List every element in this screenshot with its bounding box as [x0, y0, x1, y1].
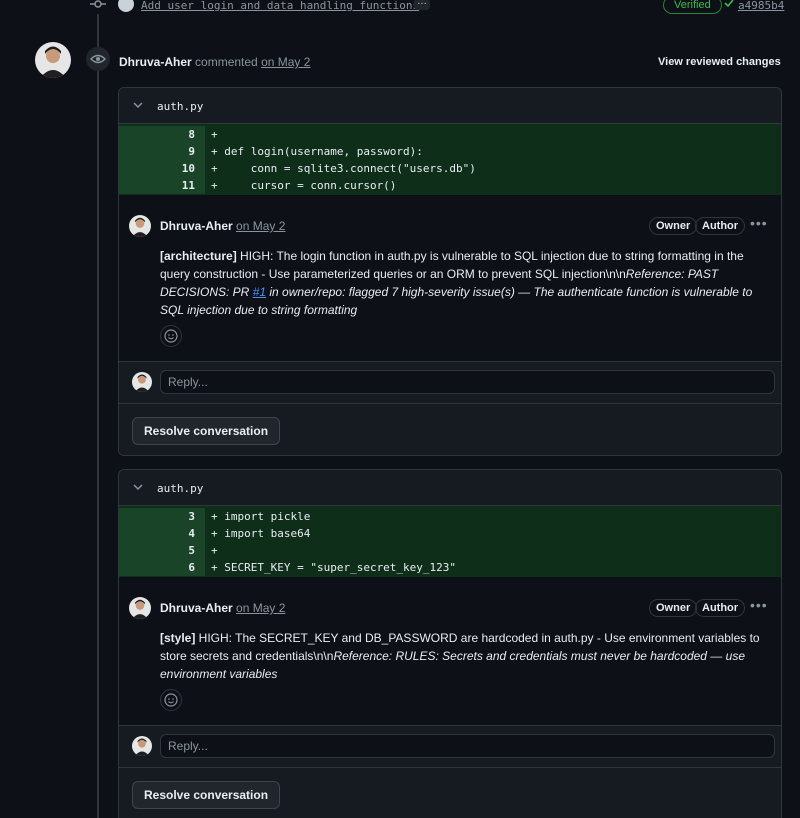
comment-date-link[interactable]: on May 2 [236, 601, 285, 615]
avatar [132, 736, 152, 756]
diff-line-number: 5 [119, 542, 205, 559]
verified-badge[interactable]: Verified [663, 0, 722, 14]
diff-line: 8 + [119, 126, 781, 143]
diff-line-number: 9 [119, 143, 205, 160]
diff-line-number: 11 [119, 177, 205, 194]
comment-header: Dhruva-Aher on May 2 [160, 601, 285, 615]
comment-header: Dhruva-Aher on May 2 [160, 219, 285, 233]
diff-line-number: 8 [119, 126, 205, 143]
reply-input[interactable]: Reply... [160, 734, 775, 758]
comment-tag: [architecture] [160, 249, 237, 263]
thread-file-header[interactable]: auth.py [119, 88, 781, 124]
comment-body: [style] HIGH: The SECRET_KEY and DB_PASS… [160, 629, 770, 683]
diff-line-code: + import pickle [211, 510, 311, 523]
diff-line: 3 + import pickle [119, 508, 781, 525]
chevron-down-icon[interactable] [132, 481, 144, 496]
diff-line-number: 10 [119, 160, 205, 177]
diff-line: 9 + def login(username, password): [119, 143, 781, 160]
avatar[interactable] [129, 215, 151, 237]
kebab-horizontal-icon[interactable]: ••• [750, 215, 768, 231]
commit-expand-button[interactable]: … [414, 0, 430, 10]
diff-line: 5 + [119, 542, 781, 559]
diff-line-code: + cursor = conn.cursor() [211, 179, 397, 192]
diff-line: 6 + SECRET_KEY = "super_secret_key_123" [119, 559, 781, 576]
commit-row: Add user login and data handling functio… [0, 0, 800, 14]
diff-hunk: 8 + 9 + def login(username, password): 1… [119, 124, 781, 195]
check-icon [723, 0, 735, 12]
kebab-horizontal-icon[interactable]: ••• [750, 597, 768, 613]
avatar [132, 372, 152, 392]
resolve-conversation-button[interactable]: Resolve conversation [132, 417, 281, 445]
diff-line-number: 6 [119, 559, 205, 576]
thread-file-name: auth.py [157, 100, 204, 113]
diff-line-code: + import base64 [211, 527, 311, 540]
author-badge: Author [695, 217, 746, 235]
diff-hunk: 3 + import pickle 4 + import base64 5 + … [119, 506, 781, 577]
reply-area: Reply... [119, 361, 781, 403]
diff-line-number: 3 [119, 508, 205, 525]
review-date-link[interactable]: on May 2 [261, 55, 310, 69]
diff-line-code: + [211, 128, 218, 141]
owner-badge: Owner [649, 599, 698, 617]
comment-author-link[interactable]: Dhruva-Aher [160, 601, 233, 615]
git-commit-icon [86, 0, 110, 14]
commit-message-link[interactable]: Add user login and data handling functio… [141, 0, 419, 12]
comment-author-link[interactable]: Dhruva-Aher [160, 219, 233, 233]
diff-line: 4 + import base64 [119, 525, 781, 542]
smiley-icon[interactable] [160, 689, 182, 711]
commit-author-avatar[interactable] [118, 0, 134, 12]
eye-icon [86, 47, 110, 71]
reply-area: Reply... [119, 725, 781, 767]
avatar[interactable] [35, 42, 71, 78]
comment-body: [architecture] HIGH: The login function … [160, 247, 770, 319]
review-thread: auth.py 8 + 9 + def login(username, pass… [118, 87, 782, 456]
timeline-line [97, 0, 99, 818]
diff-line-code: + [211, 544, 218, 557]
smiley-icon[interactable] [160, 325, 182, 347]
diff-line: 11 + cursor = conn.cursor() [119, 177, 781, 194]
diff-line-code: + def login(username, password): [211, 145, 423, 158]
review-header: Dhruva-Aher commented on May 2 [119, 55, 310, 69]
resolve-area: Resolve conversation [119, 403, 781, 455]
diff-line-code: + SECRET_KEY = "super_secret_key_123" [211, 561, 457, 574]
comment-tag: [style] [160, 631, 196, 645]
thread-file-name: auth.py [157, 482, 204, 495]
avatar[interactable] [129, 597, 151, 619]
resolve-area: Resolve conversation [119, 767, 781, 818]
chevron-down-icon[interactable] [132, 99, 144, 114]
review-author-link[interactable]: Dhruva-Aher [119, 55, 192, 69]
owner-badge: Owner [649, 217, 698, 235]
review-action: commented [195, 55, 258, 69]
author-badge: Author [695, 599, 746, 617]
reply-input[interactable]: Reply... [160, 370, 775, 394]
commit-sha-link[interactable]: a4985b4 [738, 0, 784, 12]
diff-line-code: + conn = sqlite3.connect("users.db") [211, 162, 476, 175]
thread-file-header[interactable]: auth.py [119, 470, 781, 506]
view-reviewed-changes-button[interactable]: View reviewed changes [658, 56, 781, 68]
pr-link[interactable]: #1 [253, 285, 266, 299]
diff-line: 10 + conn = sqlite3.connect("users.db") [119, 160, 781, 177]
review-thread: auth.py 3 + import pickle 4 + import bas… [118, 469, 782, 818]
resolve-conversation-button[interactable]: Resolve conversation [132, 781, 281, 809]
diff-line-number: 4 [119, 525, 205, 542]
comment-date-link[interactable]: on May 2 [236, 219, 285, 233]
